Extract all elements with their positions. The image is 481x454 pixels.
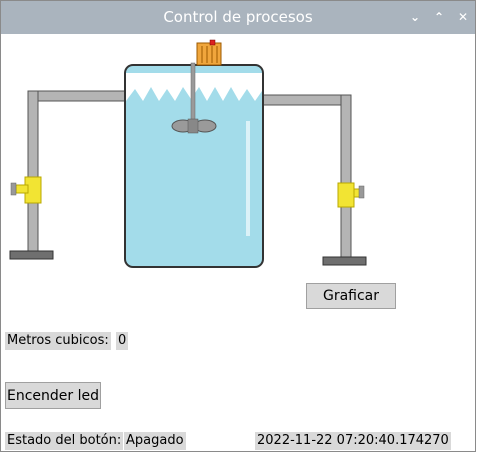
tank-diagram: [9, 39, 367, 268]
metros-label: Metros cubicos:: [5, 332, 111, 350]
estado-label: Estado del botón:: [5, 432, 124, 450]
metros-value: 0: [116, 332, 129, 350]
motor-icon: [196, 39, 222, 66]
timestamp: 2022-11-22 07:20:40.174270: [255, 432, 451, 450]
app-window: Control de procesos ⌄ ⌃ ✕ Graficar Metro…: [0, 0, 476, 452]
left-pipe: [9, 90, 126, 260]
right-valve-icon: [337, 182, 365, 208]
left-valve-icon: [10, 176, 42, 204]
right-pipe: [260, 94, 367, 266]
estado-value: Apagado: [124, 432, 186, 450]
graficar-button[interactable]: Graficar: [306, 283, 396, 309]
encender-led-button[interactable]: Encender led: [5, 382, 101, 409]
